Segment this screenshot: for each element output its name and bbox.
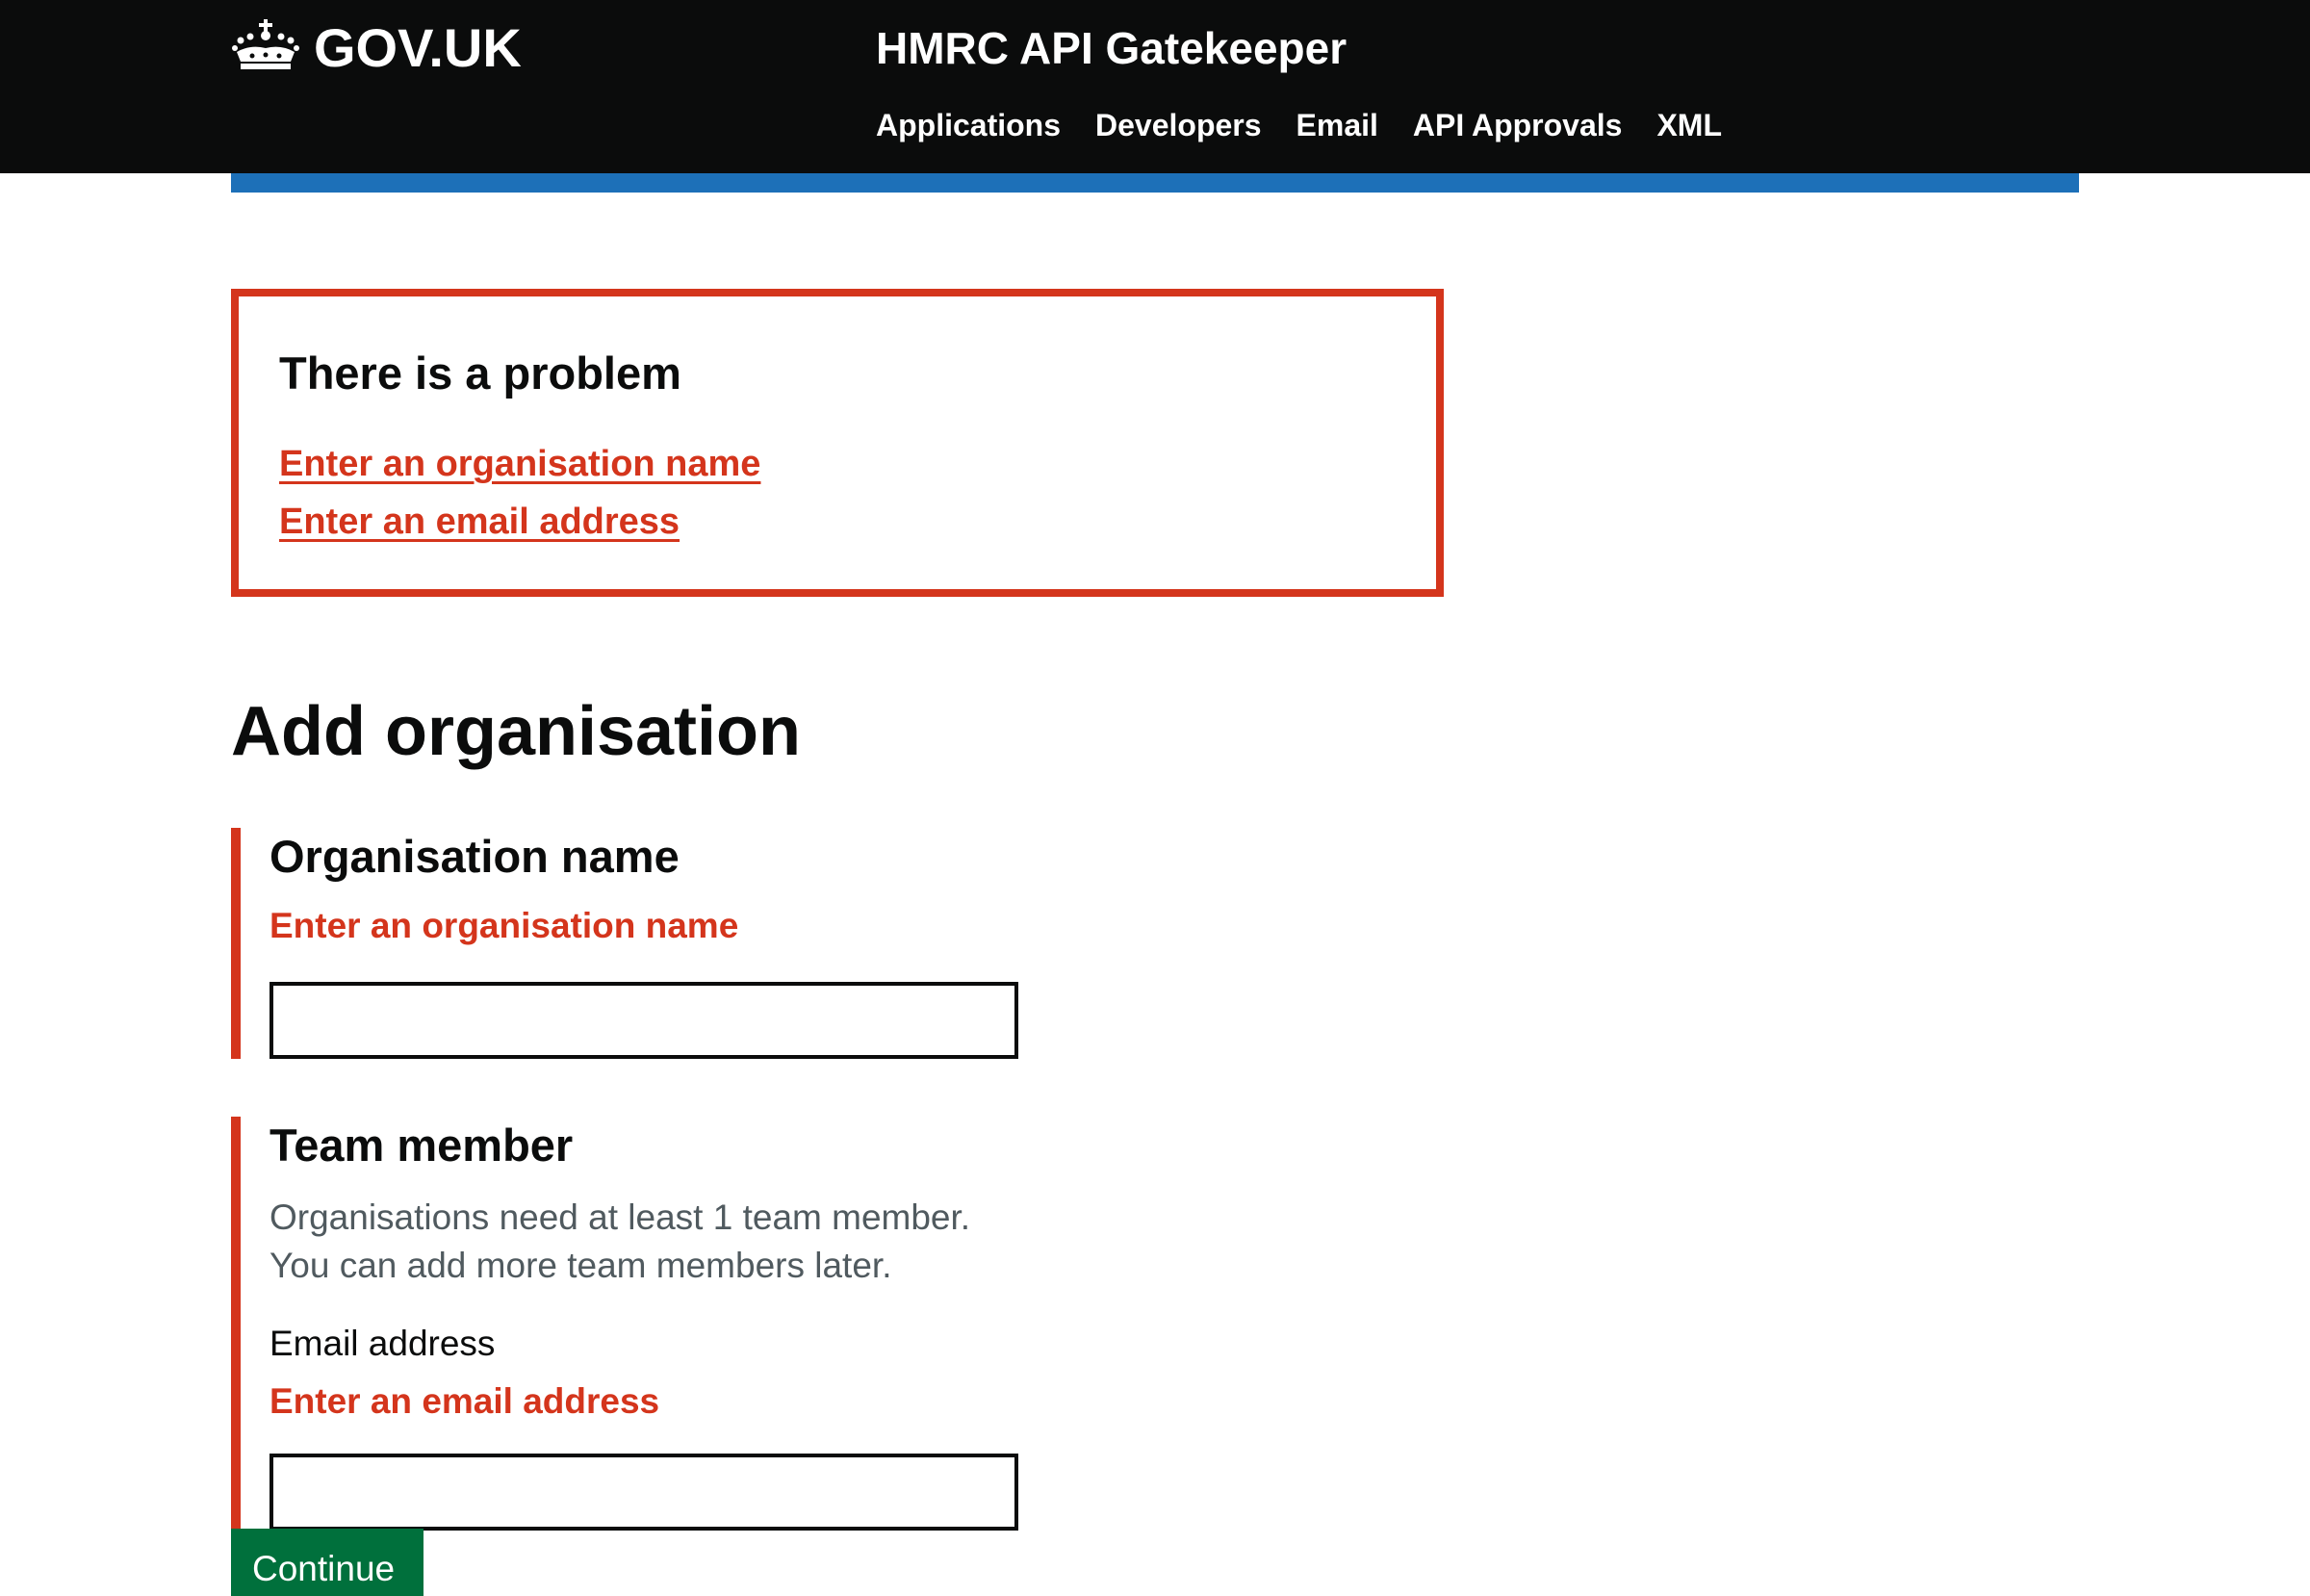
error-link-email-address[interactable]: Enter an email address [279, 502, 680, 542]
error-summary-title: There is a problem [279, 348, 681, 399]
error-link-organisation-name[interactable]: Enter an organisation name [279, 444, 760, 484]
team-member-group: Team member Organisations need at least … [231, 1117, 1097, 1559]
continue-button[interactable]: Continue [231, 1529, 424, 1596]
nav-item-email[interactable]: Email [1296, 102, 1378, 148]
organisation-name-heading: Organisation name [270, 831, 680, 882]
team-member-hint-line-2: You can add more team members later. [270, 1246, 892, 1285]
nav-item-api-approvals[interactable]: API Approvals [1413, 102, 1623, 148]
govuk-logo-link[interactable]: GOV.UK [314, 12, 522, 85]
email-address-error: Enter an email address [270, 1381, 660, 1421]
organisation-name-input[interactable] [270, 982, 1018, 1059]
site-header: GOV.UK HMRC API Gatekeeper Applications … [0, 0, 2310, 173]
page-title: Add organisation [231, 693, 801, 770]
team-member-heading: Team member [270, 1120, 574, 1171]
error-summary-item: Enter an email address [279, 493, 760, 551]
organisation-name-group: Organisation name Enter an organisation … [231, 828, 1097, 1059]
error-summary: There is a problem Enter an organisation… [231, 289, 1444, 597]
crown-icon [232, 19, 299, 69]
email-address-label: Email address [270, 1324, 496, 1363]
email-address-input[interactable] [270, 1454, 1018, 1531]
header-blue-bar [231, 173, 2079, 193]
error-summary-list: Enter an organisation name Enter an emai… [279, 435, 760, 551]
primary-nav: Applications Developers Email API Approv… [876, 102, 1757, 148]
team-member-hint-line-1: Organisations need at least 1 team membe… [270, 1197, 971, 1237]
service-name-link[interactable]: HMRC API Gatekeeper [876, 17, 1347, 79]
error-summary-item: Enter an organisation name [279, 435, 760, 493]
nav-item-xml[interactable]: XML [1656, 102, 1722, 148]
nav-item-developers[interactable]: Developers [1095, 102, 1262, 148]
organisation-name-error: Enter an organisation name [270, 906, 739, 945]
nav-item-applications[interactable]: Applications [876, 102, 1061, 148]
